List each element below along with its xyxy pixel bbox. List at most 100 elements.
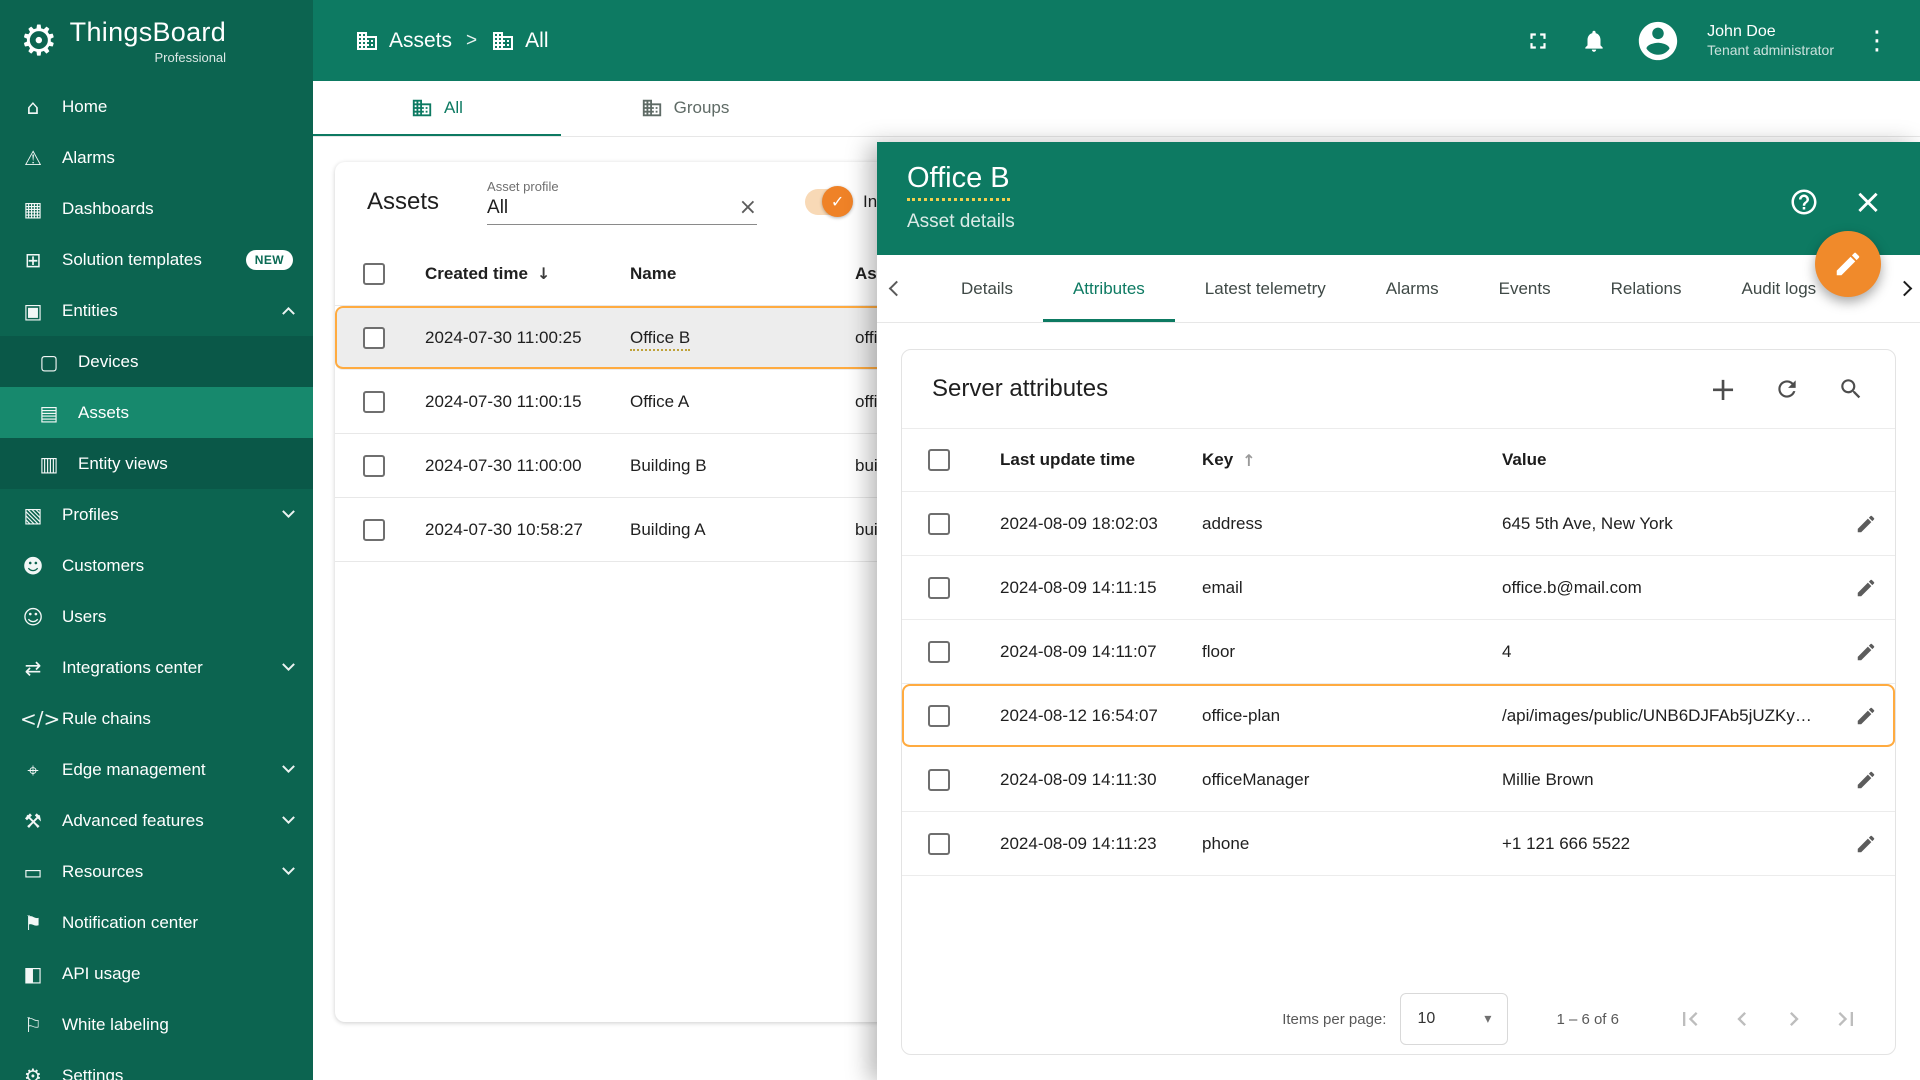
column-last-update-time[interactable]: Last update time xyxy=(1000,450,1202,470)
avatar[interactable] xyxy=(1635,18,1681,64)
select-all-checkbox[interactable] xyxy=(363,262,385,285)
tabs-scroll-right-icon[interactable] xyxy=(1896,255,1913,322)
tab-groups[interactable]: Groups xyxy=(561,81,809,136)
breadcrumb-assets[interactable]: Assets xyxy=(355,29,452,53)
tab-relations[interactable]: Relations xyxy=(1581,255,1712,322)
sidebar-item-resources[interactable]: ▭ Resources xyxy=(0,846,313,897)
row-checkbox[interactable] xyxy=(363,390,385,413)
attribute-row-address[interactable]: 2024-08-09 18:02:03 address 645 5th Ave,… xyxy=(902,492,1895,556)
sidebar-item-devices[interactable]: ▢ Devices xyxy=(0,336,313,387)
attribute-row-phone[interactable]: 2024-08-09 14:11:23 phone +1 121 666 552… xyxy=(902,812,1895,876)
tab-attributes[interactable]: Attributes xyxy=(1043,255,1175,322)
edit-attribute-icon[interactable] xyxy=(1851,829,1881,859)
row-checkbox[interactable] xyxy=(363,454,385,477)
rule-chains-icon: </> xyxy=(20,706,61,731)
items-per-page-select[interactable]: 10 ▾ xyxy=(1400,993,1509,1045)
dashboards-icon: ▦ xyxy=(23,196,43,221)
sidebar-item-advanced-features[interactable]: ⚒ Advanced features xyxy=(0,795,313,846)
notifications-icon[interactable] xyxy=(1579,26,1609,56)
asset-name: Building A xyxy=(630,519,706,539)
tabs-scroll-left-icon[interactable] xyxy=(888,255,905,322)
first-page-icon[interactable] xyxy=(1675,1004,1705,1034)
row-checkbox[interactable] xyxy=(363,518,385,541)
filter-label: Asset profile xyxy=(487,179,559,194)
chevron-down-icon xyxy=(282,658,295,672)
sidebar-item-dashboards[interactable]: ▦ Dashboards xyxy=(0,183,313,234)
fullscreen-icon[interactable] xyxy=(1523,26,1553,56)
brand-sub: Professional xyxy=(154,49,227,65)
row-checkbox[interactable] xyxy=(928,704,950,727)
tab-events[interactable]: Events xyxy=(1469,255,1581,322)
tab-details[interactable]: Details xyxy=(931,255,1043,322)
sidebar-item-assets[interactable]: ▤ Assets xyxy=(0,387,313,438)
sidebar-item-settings[interactable]: ⚙ Settings xyxy=(0,1050,313,1080)
help-icon[interactable] xyxy=(1788,186,1820,218)
tab-all[interactable]: All xyxy=(313,81,561,136)
sidebar-item-customers[interactable]: ☻ Customers xyxy=(0,540,313,591)
attribute-row-office-manager[interactable]: 2024-08-09 14:11:30 officeManager Millie… xyxy=(902,748,1895,812)
column-key[interactable]: Key xyxy=(1202,450,1233,470)
resources-icon: ▭ xyxy=(23,859,43,884)
toggle-check-icon: ✓ xyxy=(822,186,854,217)
sidebar-item-profiles[interactable]: ▧ Profiles xyxy=(0,489,313,540)
brand-logo[interactable]: ⚙ ThingsBoard Professional xyxy=(0,0,313,81)
edit-attribute-icon[interactable] xyxy=(1851,573,1881,603)
edit-attribute-icon[interactable] xyxy=(1851,509,1881,539)
filter-value: All xyxy=(487,197,509,218)
drawer-title[interactable]: Office B xyxy=(907,162,1010,201)
api-usage-icon: ◧ xyxy=(23,961,43,986)
pagination-range: 1 – 6 of 6 xyxy=(1556,1010,1619,1028)
include-customers-toggle[interactable]: ✓ xyxy=(805,186,854,217)
sidebar-item-integrations-center[interactable]: ⇄ Integrations center xyxy=(0,642,313,693)
drawer-subtitle: Asset details xyxy=(907,211,1015,232)
attribute-row-office-plan[interactable]: 2024-08-12 16:54:07 office-plan /api/ima… xyxy=(902,684,1895,748)
sidebar-item-home[interactable]: ⌂ Home xyxy=(0,81,313,132)
tab-alarms[interactable]: Alarms xyxy=(1356,255,1469,322)
select-all-checkbox[interactable] xyxy=(928,449,950,471)
row-checkbox[interactable] xyxy=(928,576,950,599)
sidebar-item-alarms[interactable]: ⚠ Alarms xyxy=(0,132,313,183)
tab-latest-telemetry[interactable]: Latest telemetry xyxy=(1175,255,1356,322)
sidebar-item-solution-templates[interactable]: ⊞ Solution templates NEW xyxy=(0,234,313,285)
refresh-icon[interactable] xyxy=(1773,375,1801,403)
attribute-row-floor[interactable]: 2024-08-09 14:11:07 floor 4 xyxy=(902,620,1895,684)
row-checkbox[interactable] xyxy=(928,640,950,663)
menu-kebab-icon[interactable]: ⋮ xyxy=(1860,26,1894,56)
attribute-row-email[interactable]: 2024-08-09 14:11:15 email office.b@mail.… xyxy=(902,556,1895,620)
sidebar-item-entities[interactable]: ▣ Entities xyxy=(0,285,313,336)
add-icon[interactable]: + xyxy=(1709,373,1737,405)
sidebar-item-users[interactable]: ☺ Users xyxy=(0,591,313,642)
row-checkbox[interactable] xyxy=(928,512,950,535)
next-page-icon[interactable] xyxy=(1779,1004,1809,1034)
edit-attribute-icon[interactable] xyxy=(1851,765,1881,795)
items-per-page-label: Items per page: xyxy=(1282,1010,1387,1028)
sidebar-item-rule-chains[interactable]: </> Rule chains xyxy=(0,693,313,744)
sort-desc-icon: ↓ xyxy=(536,264,551,283)
clear-filter-icon[interactable]: × xyxy=(739,197,757,219)
sidebar-item-white-labeling[interactable]: ⚐ White labeling xyxy=(0,999,313,1050)
edit-attribute-icon[interactable] xyxy=(1851,701,1881,731)
sidebar-item-api-usage[interactable]: ◧ API usage xyxy=(0,948,313,999)
column-value[interactable]: Value xyxy=(1502,450,1827,470)
asset-name[interactable]: Office B xyxy=(630,327,691,351)
entities-icon: ▣ xyxy=(23,298,43,323)
last-page-icon[interactable] xyxy=(1831,1004,1861,1034)
brand-name: ThingsBoard xyxy=(69,16,227,47)
column-created-time[interactable]: Created time xyxy=(425,264,528,284)
row-checkbox[interactable] xyxy=(928,768,950,791)
row-checkbox[interactable] xyxy=(928,832,950,855)
edit-fab-button[interactable] xyxy=(1815,231,1881,297)
solution-templates-icon: ⊞ xyxy=(24,247,42,272)
asset-profile-filter[interactable]: Asset profile All × xyxy=(487,179,758,225)
row-checkbox[interactable] xyxy=(363,326,385,349)
search-icon[interactable] xyxy=(1837,375,1865,403)
close-icon[interactable]: × xyxy=(1852,185,1884,219)
breadcrumb-all[interactable]: All xyxy=(491,29,548,53)
sidebar-item-edge-management[interactable]: ⌖ Edge management xyxy=(0,744,313,795)
column-name[interactable]: Name xyxy=(630,264,855,284)
sidebar-item-entity-views[interactable]: ▥ Entity views xyxy=(0,438,313,489)
sidebar-item-notification-center[interactable]: ⚑ Notification center xyxy=(0,897,313,948)
edit-attribute-icon[interactable] xyxy=(1851,637,1881,667)
previous-page-icon[interactable] xyxy=(1727,1004,1757,1034)
user-info: John Doe Tenant administrator xyxy=(1707,22,1834,60)
